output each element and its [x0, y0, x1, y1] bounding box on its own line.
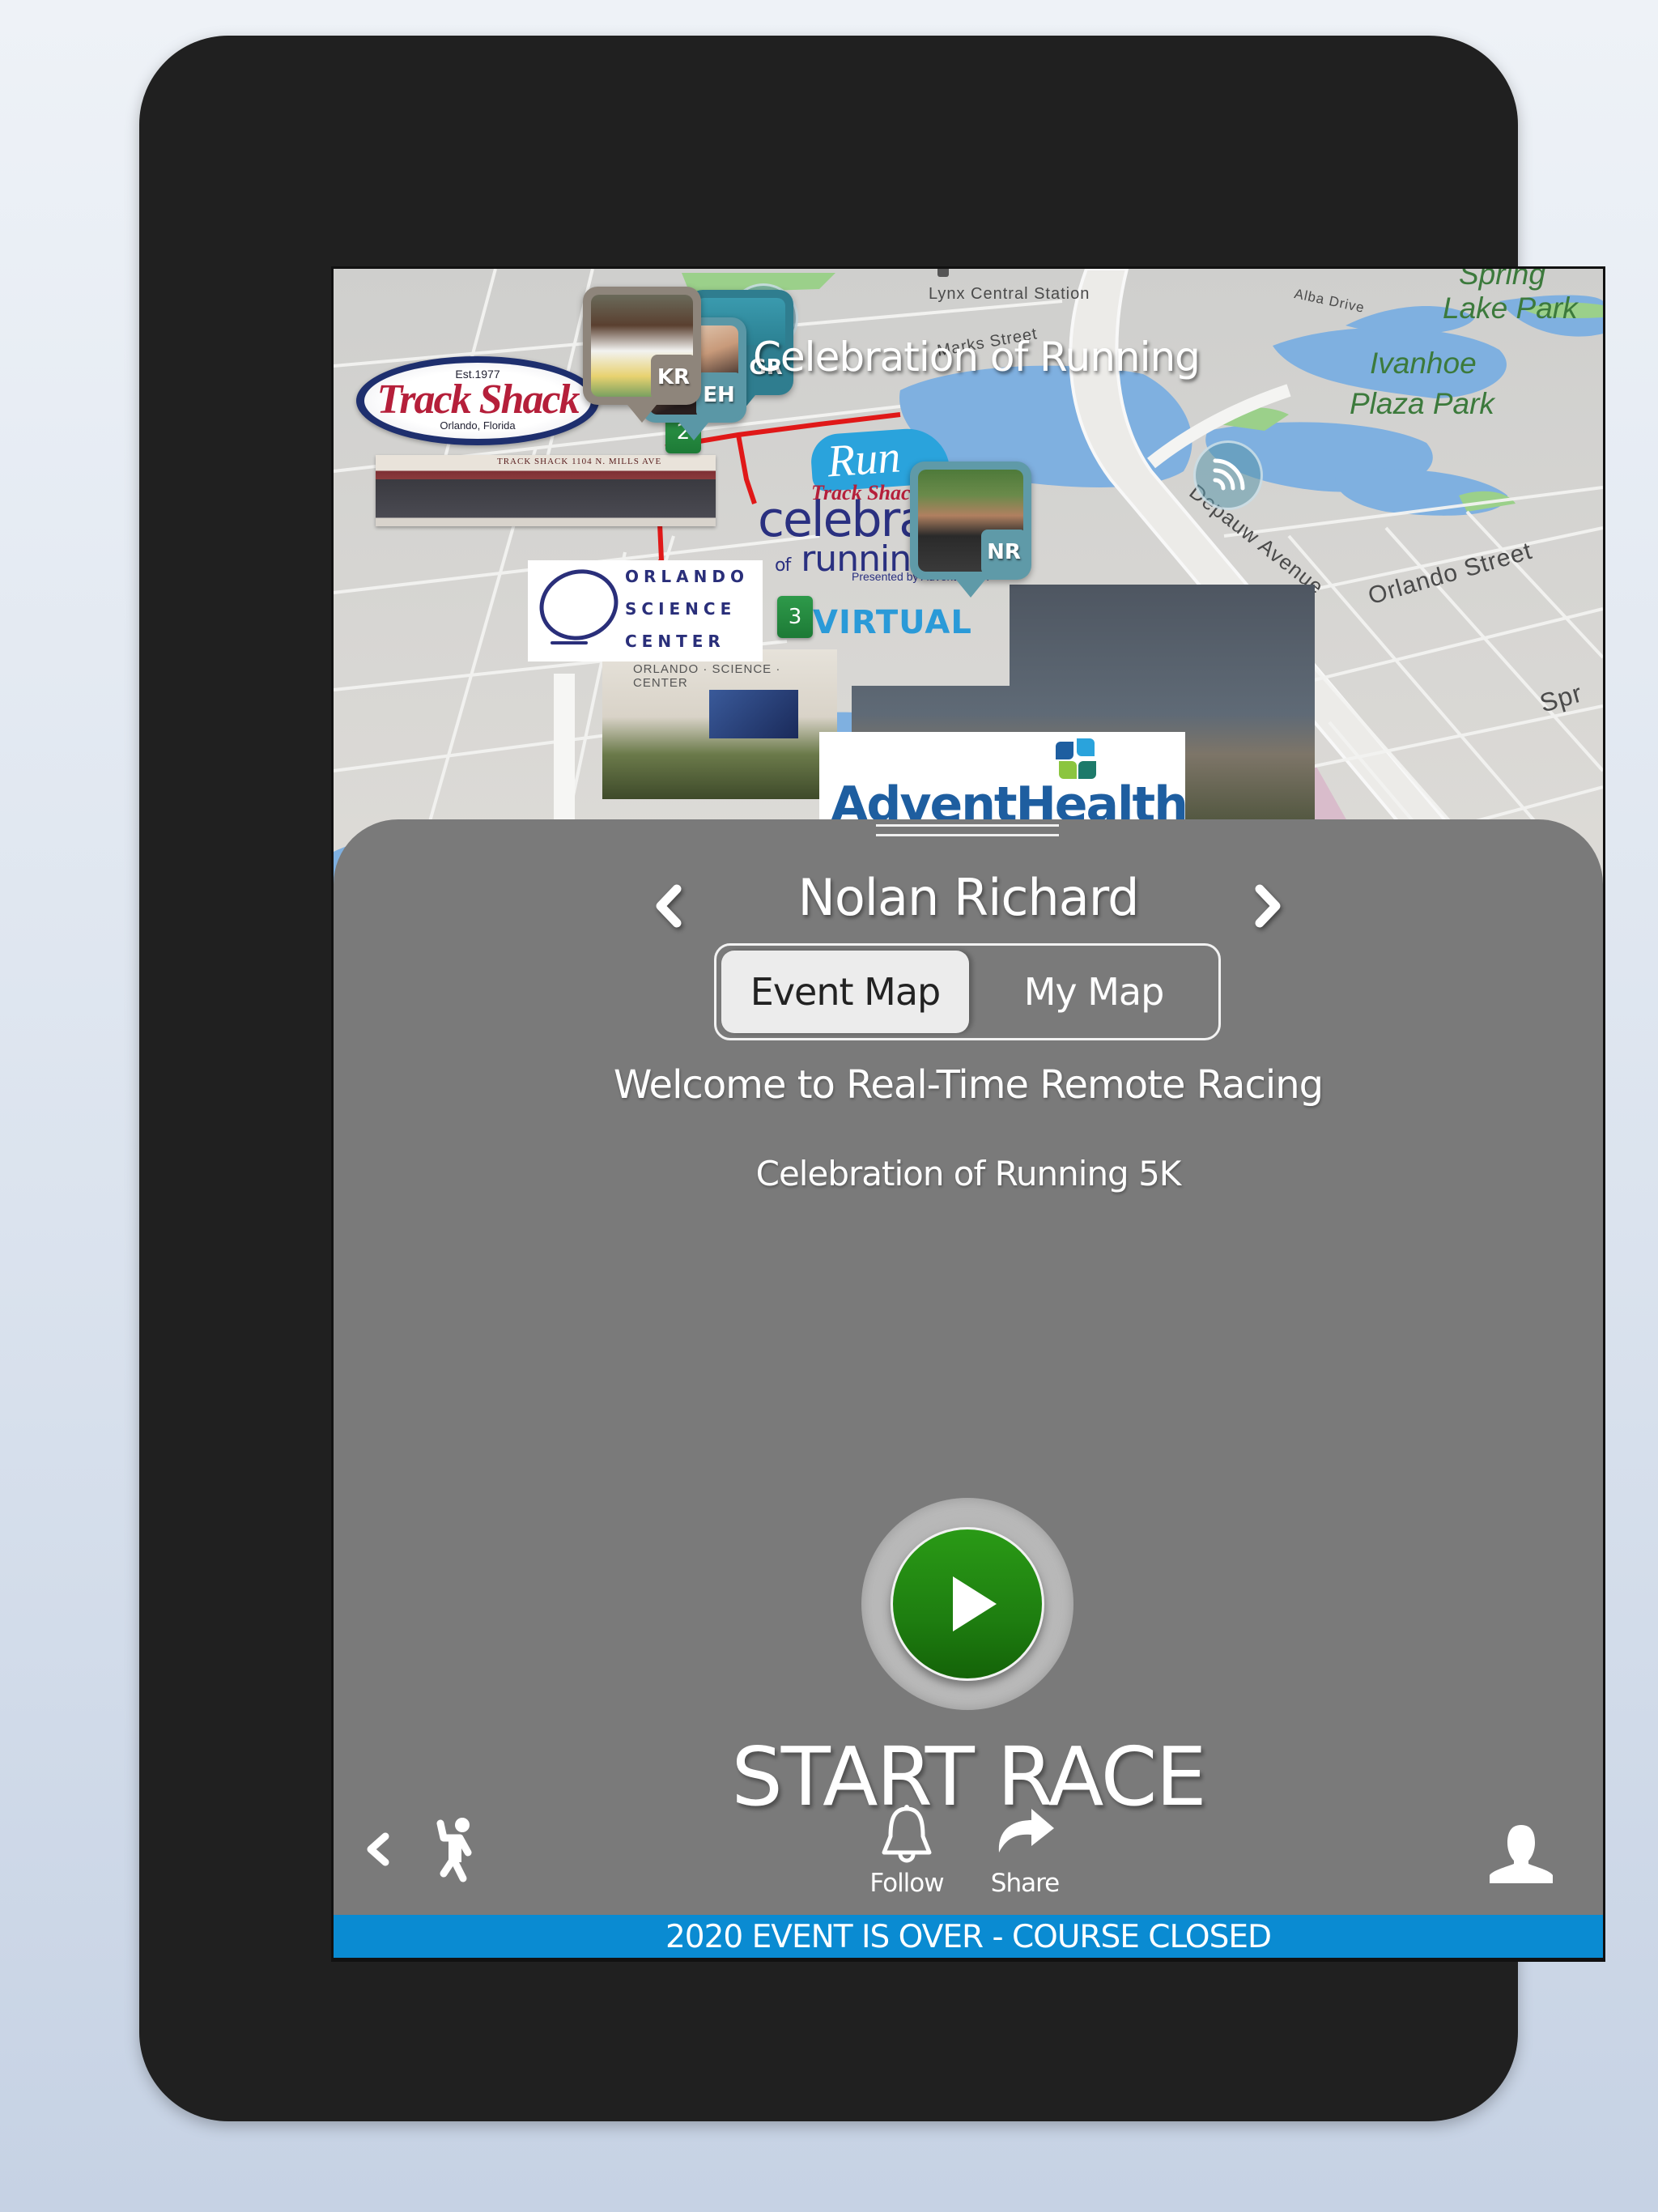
tablet-frame: Lynx Central Station Marks Street Alba D…	[139, 36, 1605, 2121]
trackshack-logo[interactable]: Est.1977 Track Shack Orlando, Florida	[356, 356, 599, 445]
transit-icon	[937, 269, 949, 277]
bottom-toolbar: Follow Share	[334, 1791, 1603, 1912]
map-event-title: Celebration of Running	[753, 334, 1201, 381]
share-arrow-icon	[998, 1809, 1054, 1853]
follow-button[interactable]: Follow	[869, 1801, 945, 1906]
billboard	[709, 690, 798, 738]
trackshack-storefront: TRACK SHACK 1104 N. MILLS AVE	[376, 455, 716, 526]
runner-icon	[436, 1818, 472, 1882]
map-toggle: Event Map My Map	[714, 943, 1221, 1040]
start-race-halo	[861, 1498, 1073, 1710]
next-racer-button[interactable]	[1244, 878, 1292, 934]
tab-my-map[interactable]: My Map	[974, 951, 1214, 1033]
chevron-left-icon	[367, 1832, 389, 1866]
label-lynx-station: Lynx Central Station	[929, 285, 1090, 303]
app-view: Lynx Central Station Marks Street Alba D…	[334, 269, 1603, 1958]
user-icon	[1490, 1825, 1553, 1883]
grabber-line	[876, 834, 1059, 836]
storefront-sign: TRACK SHACK 1104 N. MILLS AVE	[497, 457, 662, 466]
label-ivanhoe-1: Ivanhoe	[1370, 347, 1477, 380]
label-spring-lake-park-2: Lake Park	[1443, 291, 1578, 325]
follow-label: Follow	[869, 1869, 944, 1898]
trackshack-name: Track Shack	[376, 376, 580, 423]
science-center-photo: ORLANDO · SCIENCE · CENTER	[602, 649, 837, 799]
runner-marker-kr[interactable]: KR	[583, 287, 701, 405]
back-button[interactable]	[358, 1825, 398, 1874]
celebration-of: of	[775, 555, 791, 576]
start-race-button[interactable]	[891, 1527, 1044, 1681]
drag-handle[interactable]	[860, 819, 1075, 849]
share-button[interactable]: Share	[991, 1801, 1060, 1906]
play-icon	[953, 1576, 997, 1631]
tab-event-map[interactable]: Event Map	[721, 951, 969, 1033]
bell-icon	[882, 1805, 932, 1863]
status-banner: 2020 EVENT IS OVER - COURSE CLOSED	[334, 1915, 1603, 1958]
label-spring-lake-park-1: Spring	[1459, 269, 1545, 291]
share-label: Share	[990, 1869, 1060, 1898]
run-logo-text: Run	[825, 432, 903, 487]
science-center-logo[interactable]: ORLANDO SCIENCE CENTER	[528, 559, 763, 661]
activity-button[interactable]	[429, 1814, 486, 1887]
science-center-ring-icon	[530, 559, 627, 651]
runner-initials: KR	[651, 355, 696, 400]
runner-initials: EH	[696, 372, 742, 418]
advent-leaf-icon	[1056, 742, 1073, 759]
label-ivanhoe-2: Plaza Park	[1350, 387, 1494, 420]
runner-marker-nr[interactable]: NR	[910, 462, 1031, 580]
science-center-building-label: ORLANDO · SCIENCE · CENTER	[633, 662, 781, 690]
advent-leaf-icon	[1077, 738, 1095, 756]
racer-name: Nolan Richard	[797, 868, 1140, 927]
welcome-heading: Welcome to Real-Time Remote Racing	[613, 1062, 1324, 1108]
tablet-screen: Lynx Central Station Marks Street Alba D…	[331, 266, 1605, 1962]
live-signal-icon	[1193, 440, 1263, 510]
profile-button[interactable]	[1486, 1822, 1556, 1887]
event-name: Celebration of Running 5K	[755, 1154, 1182, 1193]
osc-line-3: CENTER	[625, 632, 725, 651]
runner-initials: NR	[981, 530, 1027, 575]
virtual-label: VIRTUAL	[813, 604, 972, 641]
osc-line-2: SCIENCE	[625, 599, 737, 619]
osc-line-1: ORLANDO	[625, 567, 749, 586]
chevron-right-icon	[1255, 884, 1281, 928]
science-center-logo-bar	[551, 641, 588, 644]
course-marker[interactable]: 3	[777, 596, 813, 638]
grabber-line	[876, 824, 1059, 827]
race-panel: Nolan Richard Event Map My Map Welcome t…	[334, 819, 1603, 1958]
